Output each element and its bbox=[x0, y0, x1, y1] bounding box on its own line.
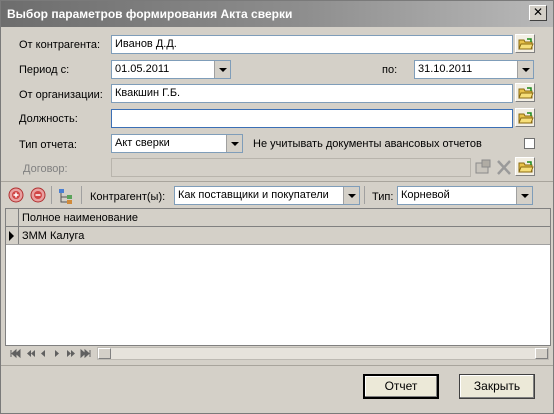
position-select-button[interactable] bbox=[515, 108, 535, 127]
period-from-date[interactable]: 01.05.2011 bbox=[111, 60, 231, 79]
horizontal-scrollbar[interactable] bbox=[97, 347, 549, 360]
report-type-label: Тип отчета: bbox=[19, 139, 77, 151]
ignore-advance-label: Не учитывать документы авансовых отчетов bbox=[253, 138, 482, 150]
ignore-advance-checkbox[interactable] bbox=[524, 138, 535, 149]
folder-open-icon bbox=[518, 87, 534, 99]
row-full-name: ЗММ Калуга bbox=[22, 230, 85, 242]
period-from-label: Период с: bbox=[19, 64, 70, 76]
organization-field[interactable]: Квакшин Г.Б. bbox=[111, 84, 513, 103]
counterparties-dropdown-icon[interactable] bbox=[343, 187, 359, 204]
navigator-buttons[interactable] bbox=[7, 347, 97, 360]
scroll-left-button[interactable] bbox=[98, 348, 111, 359]
row-indicator bbox=[6, 227, 19, 244]
contract-select-button[interactable] bbox=[515, 157, 535, 176]
toolbar-separator bbox=[364, 186, 365, 204]
period-to-dropdown-icon[interactable] bbox=[517, 61, 533, 78]
type-filter-value: Корневой bbox=[401, 189, 450, 201]
type-filter-select[interactable]: Корневой bbox=[397, 186, 533, 205]
counterparties-filter-select[interactable]: Как поставщики и покупатели bbox=[174, 186, 360, 205]
counterparty-select-button[interactable] bbox=[515, 34, 535, 53]
position-label: Должность: bbox=[19, 113, 78, 125]
dialog-window: Выбор параметров формирования Акта сверк… bbox=[0, 0, 554, 414]
grid-navigator bbox=[5, 345, 551, 361]
clear-x-icon bbox=[497, 160, 511, 175]
report-type-dropdown-icon[interactable] bbox=[226, 135, 242, 152]
column-header-full-name[interactable]: Полное наименование bbox=[22, 212, 138, 224]
hierarchy-icon bbox=[59, 189, 72, 204]
row-pointer-icon bbox=[9, 231, 14, 241]
folder-open-icon bbox=[518, 112, 534, 124]
period-to-label: по: bbox=[382, 64, 398, 76]
report-type-select[interactable]: Акт сверки bbox=[111, 134, 243, 153]
report-button[interactable]: Отчет bbox=[363, 374, 439, 399]
folder-open-icon bbox=[518, 161, 534, 173]
counterparties-grid[interactable]: Полное наименование ЗММ Калуга bbox=[5, 208, 551, 361]
window-title: Выбор параметров формирования Акта сверк… bbox=[7, 7, 293, 21]
clear-contract-button[interactable] bbox=[495, 158, 513, 177]
remove-circle-icon bbox=[30, 187, 46, 203]
hierarchy-button[interactable] bbox=[57, 187, 75, 205]
period-to-value: 31.10.2011 bbox=[418, 63, 473, 75]
close-window-button[interactable]: ✕ bbox=[529, 5, 547, 21]
select-list-button[interactable] bbox=[473, 158, 493, 177]
toolbar-separator bbox=[81, 186, 82, 204]
organization-label: От организации: bbox=[19, 89, 103, 101]
period-to-date[interactable]: 31.10.2011 bbox=[414, 60, 534, 79]
counterparties-filter-label: Контрагент(ы): bbox=[90, 191, 166, 203]
counterparty-label: От контрагента: bbox=[19, 39, 101, 51]
bottom-divider bbox=[1, 365, 553, 366]
grid-indicator-column bbox=[6, 209, 19, 226]
type-dropdown-icon[interactable] bbox=[516, 187, 532, 204]
table-row[interactable]: ЗММ Калуга bbox=[6, 227, 550, 245]
report-type-value: Акт сверки bbox=[115, 137, 170, 149]
scroll-right-button[interactable] bbox=[535, 348, 548, 359]
select-list-icon bbox=[475, 159, 491, 174]
folder-open-icon bbox=[518, 38, 534, 50]
contract-field[interactable] bbox=[111, 158, 471, 177]
position-field[interactable] bbox=[111, 109, 513, 128]
period-from-value: 01.05.2011 bbox=[115, 63, 170, 75]
add-circle-icon bbox=[8, 187, 24, 203]
contract-label: Договор: bbox=[23, 163, 68, 175]
grid-header: Полное наименование bbox=[6, 209, 550, 227]
period-from-dropdown-icon[interactable] bbox=[214, 61, 230, 78]
remove-button[interactable] bbox=[30, 187, 46, 203]
toolbar-separator bbox=[51, 186, 52, 204]
title-bar[interactable]: Выбор параметров формирования Акта сверк… bbox=[1, 1, 553, 27]
toolbar-divider bbox=[1, 181, 553, 182]
add-button[interactable] bbox=[8, 187, 24, 203]
counterparty-field[interactable]: Иванов Д.Д. bbox=[111, 35, 513, 54]
organization-select-button[interactable] bbox=[515, 83, 535, 102]
type-filter-label: Тип: bbox=[372, 191, 394, 203]
counterparties-filter-value: Как поставщики и покупатели bbox=[178, 189, 329, 201]
close-button[interactable]: Закрыть bbox=[459, 374, 535, 399]
